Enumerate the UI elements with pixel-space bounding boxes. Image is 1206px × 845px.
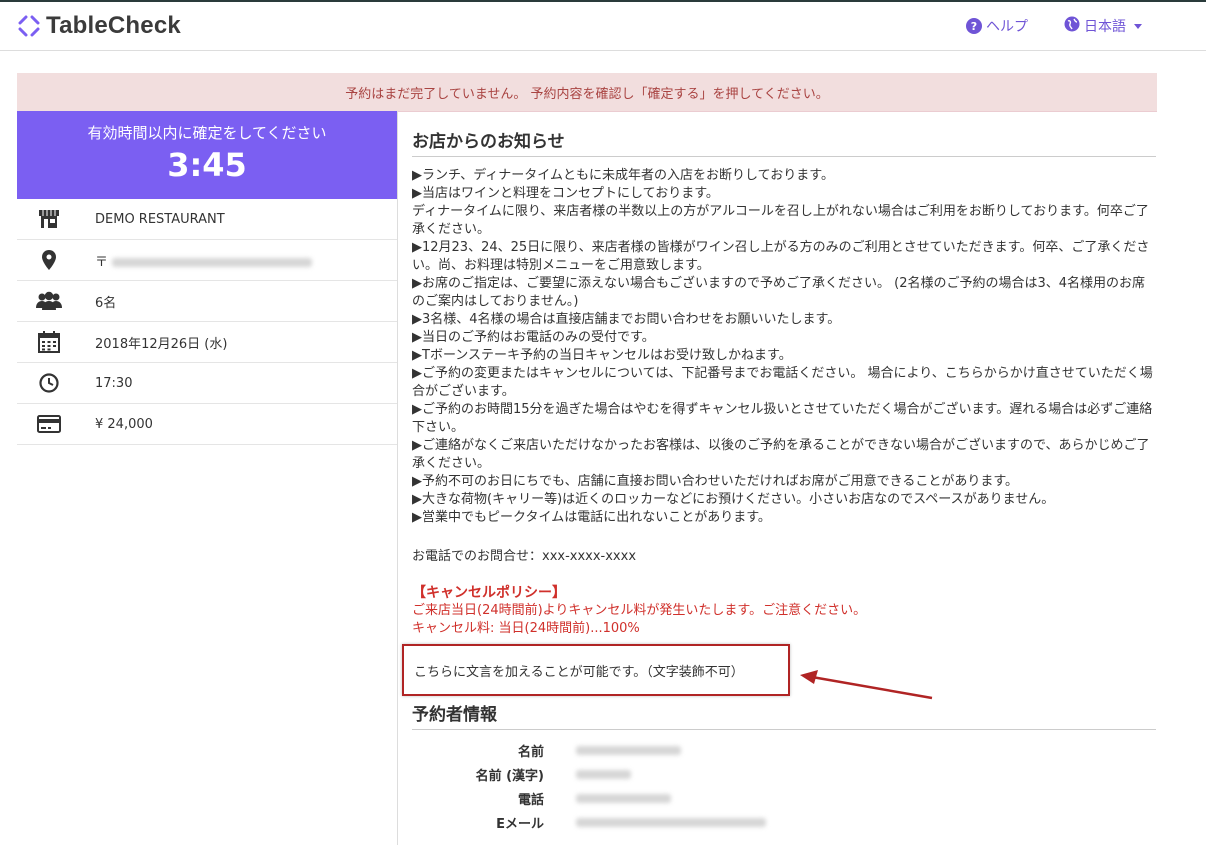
help-label: ヘルプ bbox=[986, 19, 1028, 35]
reserver-phone-blurred bbox=[576, 793, 671, 803]
reserver-name-blurred bbox=[576, 745, 681, 755]
help-link[interactable]: ? ヘルプ bbox=[966, 16, 1028, 36]
alert-message: 予約はまだ完了していません。 予約内容を確認し「確定する」を押してください。 bbox=[345, 86, 829, 102]
notice-line: ▶12月23、24、25日に限り、来店者様の皆様がワイン召し上がる方のみのご利用… bbox=[412, 240, 1150, 273]
top-navbar: TableCheck ? ヘルプ 日本語 bbox=[0, 0, 1206, 51]
language-label: 日本語 bbox=[1084, 19, 1126, 35]
notice-line: ディナータイムに限り、来店者様の半数以上の方がアルコールを召し上がれない場合はご… bbox=[412, 204, 1149, 237]
guests-row: 6名 bbox=[17, 281, 397, 322]
reserver-email-blurred bbox=[576, 817, 766, 827]
reserver-email-row: Eメール bbox=[412, 810, 1156, 834]
reserver-kanji-label: 名前 (漢字) bbox=[475, 768, 544, 784]
reserver-info: 予約者情報 名前 名前 (漢字) 電話 Eメール bbox=[412, 700, 1156, 834]
cancel-policy-line: キャンセル料: 当日(24時間前)...100% bbox=[412, 621, 640, 636]
reservation-price: ¥ 24,000 bbox=[95, 416, 153, 432]
address-text: 〒 bbox=[95, 251, 313, 270]
help-icon: ? bbox=[966, 18, 982, 34]
credit-card-icon bbox=[34, 415, 64, 433]
custom-text: こちらに文言を加えることが可能です。（文字装飾不可） bbox=[414, 664, 744, 680]
tablecheck-logo-icon bbox=[18, 15, 40, 37]
incomplete-reservation-alert: 予約はまだ完了していません。 予約内容を確認し「確定する」を押してください。 bbox=[17, 73, 1157, 112]
calendar-icon bbox=[34, 331, 64, 353]
restaurant-name: DEMO RESTAURANT bbox=[95, 211, 225, 227]
notice-line: ▶お席のご指定は、ご要望に添えない場合もございますので予めご了承ください。 (2… bbox=[412, 276, 1146, 309]
chevron-down-icon bbox=[1134, 23, 1142, 29]
restaurant-row: DEMO RESTAURANT bbox=[17, 199, 397, 240]
address-blurred bbox=[112, 257, 313, 267]
header-nav: ? ヘルプ 日本語 bbox=[966, 16, 1142, 36]
globe-icon bbox=[1064, 16, 1080, 36]
custom-text-highlight: こちらに文言を加えることが可能です。（文字装飾不可） bbox=[402, 644, 790, 696]
reservation-summary-sidebar: 有効時間以内に確定をしてください 3:45 DEMO RESTAURANT 〒 bbox=[17, 111, 398, 845]
time-row: 17:30 bbox=[17, 363, 397, 404]
notice-line: ▶3名様、4名様の場合は直接店舗までお問い合わせをお願いいたします。 bbox=[412, 312, 841, 327]
logo-text: TableCheck bbox=[46, 12, 181, 39]
notice-line: ▶ご予約のお時間15分を過ぎた場合はやむを得ずキャンセル扱いとさせていただく場合… bbox=[412, 402, 1153, 435]
notice-line: ▶ランチ、ディナータイムともに未成年者の入店をお断りしております。 bbox=[412, 168, 834, 183]
cancel-policy-title: 【キャンセルポリシー】 bbox=[412, 585, 566, 601]
price-row: ¥ 24,000 bbox=[17, 404, 397, 445]
reserver-name-row: 名前 bbox=[412, 738, 1156, 762]
store-icon bbox=[34, 209, 64, 229]
notice-line: ▶ご予約の変更またはキャンセルについては、下記番号までお電話ください。 場合によ… bbox=[412, 366, 1153, 399]
postal-mark: 〒 bbox=[95, 254, 109, 270]
language-dropdown[interactable]: 日本語 bbox=[1064, 16, 1142, 36]
notice-line: ▶大きな荷物(キャリー等)は近くのロッカーなどにお預けください。小さいお店なので… bbox=[412, 492, 1055, 507]
countdown-timer: 有効時間以内に確定をしてください 3:45 bbox=[17, 111, 397, 199]
reserver-kanji-blurred bbox=[576, 769, 631, 779]
notice-line: ▶Tボーンステーキ予約の当日キャンセルはお受け致しかねます。 bbox=[412, 348, 792, 363]
phone-contact: お電話でのお問合せ：xxx-xxxx-xxxx bbox=[412, 549, 637, 564]
main-content: お店からのお知らせ ▶ランチ、ディナータイムともに未成年者の入店をお断りしており… bbox=[412, 111, 1156, 638]
notice-title: お店からのお知らせ bbox=[412, 111, 1156, 157]
reserver-name-label: 名前 bbox=[517, 744, 544, 760]
reservation-date: 2018年12月26日 (水) bbox=[95, 336, 228, 352]
notice-line: ▶当日のご予約はお電話のみの受付です。 bbox=[412, 330, 655, 345]
date-row: 2018年12月26日 (水) bbox=[17, 322, 397, 363]
guest-count: 6名 bbox=[95, 295, 117, 311]
reserver-phone-row: 電話 bbox=[412, 786, 1156, 810]
notice-line: ▶ご連絡がなくご来店いただけなかったお客様は、以後のご予約を承ることができない場… bbox=[412, 438, 1150, 471]
reserver-phone-label: 電話 bbox=[517, 792, 544, 808]
reserver-title: 予約者情報 bbox=[412, 700, 1156, 730]
notice-line: ▶予約不可のお日にちでも、店舗に直接お問い合わせいただければお席がご用意できるこ… bbox=[412, 474, 1019, 489]
reserver-kanji-row: 名前 (漢字) bbox=[412, 762, 1156, 786]
address-row: 〒 bbox=[17, 240, 397, 281]
top-border-line bbox=[0, 0, 1206, 2]
map-marker-icon bbox=[34, 250, 64, 270]
logo[interactable]: TableCheck bbox=[18, 12, 181, 40]
notice-line: ▶当店はワインと料理をコンセプトにしております。 bbox=[412, 186, 719, 201]
reservation-time: 17:30 bbox=[95, 375, 133, 391]
timer-value: 3:45 bbox=[167, 146, 247, 184]
reserver-email-label: Eメール bbox=[496, 816, 544, 832]
notice-line: ▶営業中でもピークタイムは電話に出れないことがあります。 bbox=[412, 510, 771, 525]
notice-body: ▶ランチ、ディナータイムともに未成年者の入店をお断りしております。 ▶当店はワイ… bbox=[412, 167, 1156, 527]
clock-icon bbox=[34, 373, 64, 393]
timer-message: 有効時間以内に確定をしてください bbox=[87, 124, 327, 142]
users-icon bbox=[34, 291, 64, 311]
cancel-policy: 【キャンセルポリシー】 ご来店当日(24時間前)よりキャンセル料が発生いたします… bbox=[412, 584, 1156, 638]
cancel-policy-line: ご来店当日(24時間前)よりキャンセル料が発生いたします。ご注意ください。 bbox=[412, 603, 867, 618]
